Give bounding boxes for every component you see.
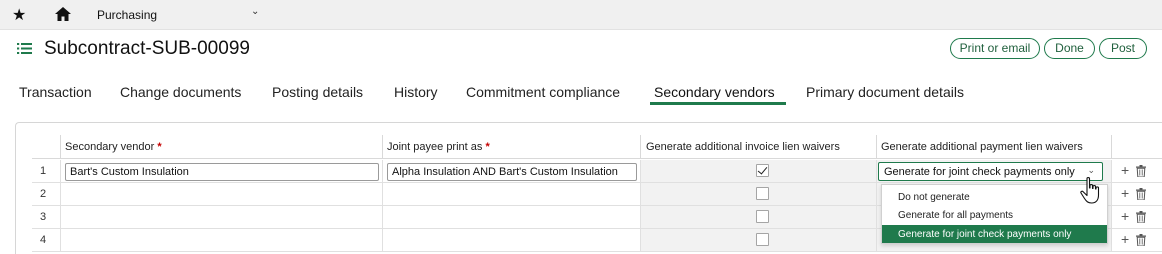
secondary-vendor-cell[interactable] [61,206,383,229]
add-row-button[interactable]: + [1121,162,1129,178]
row-actions-cell: + [1112,160,1162,183]
required-marker: * [157,141,162,153]
header-label: Joint payee print as [387,141,483,153]
header-secondary-vendor: Secondary vendor * [61,135,383,159]
joint-payee-cell[interactable] [383,206,641,229]
payment-waivers-dropdown: Do not generate Generate for all payment… [881,184,1108,244]
tab-transaction[interactable]: Transaction [19,84,92,100]
invoice-waivers-checkbox[interactable] [756,233,769,246]
tab-bar: Transaction Change documents Posting det… [0,80,1162,106]
dropdown-option-all-payments[interactable]: Generate for all payments [882,206,1107,224]
invoice-waivers-cell [641,229,877,252]
select-value: Generate for joint check payments only [884,166,1075,178]
header-joint-payee: Joint payee print as * [383,135,641,159]
header-label: Generate additional payment lien waivers [881,141,1083,153]
home-icon[interactable] [54,6,72,22]
tab-posting-details[interactable]: Posting details [272,84,363,100]
header-row-number [32,135,61,159]
header-label: Generate additional invoice lien waivers [646,141,840,153]
secondary-vendor-cell[interactable] [61,183,383,206]
trash-icon[interactable] [1136,165,1146,177]
post-button[interactable]: Post [1099,38,1147,59]
joint-payee-input[interactable]: Alpha Insulation AND Bart's Custom Insul… [387,163,637,181]
secondary-vendor-input[interactable]: Bart's Custom Insulation [65,163,379,181]
joint-payee-cell: Alpha Insulation AND Bart's Custom Insul… [383,160,641,183]
module-selector-label[interactable]: Purchasing [97,8,157,22]
page-header: Subcontract-SUB-00099 Print or email Don… [0,30,1162,68]
row-number: 4 [32,229,61,252]
add-row-button[interactable]: + [1121,231,1129,247]
row-number: 2 [32,183,61,206]
header-payment-waivers: Generate additional payment lien waivers [877,135,1112,159]
invoice-waivers-cell [641,206,877,229]
add-row-button[interactable]: + [1121,208,1129,224]
tab-change-documents[interactable]: Change documents [120,84,241,100]
row-actions-cell: + [1112,229,1162,252]
active-tab-indicator [650,102,786,105]
row-actions-cell: + [1112,183,1162,206]
hand-cursor-icon [1080,176,1100,204]
row-number: 3 [32,206,61,229]
print-or-email-button[interactable]: Print or email [950,38,1040,59]
invoice-waivers-checkbox[interactable] [756,210,769,223]
done-button[interactable]: Done [1044,38,1095,59]
tab-secondary-vendors[interactable]: Secondary vendors [654,84,775,100]
chevron-down-icon[interactable]: ⌄ [1087,165,1095,176]
chevron-down-icon[interactable]: ⌄ [251,6,259,17]
list-menu-icon[interactable] [17,42,32,55]
header-label: Secondary vendor [65,141,155,153]
star-icon[interactable]: ★ [12,5,26,25]
trash-icon[interactable] [1136,188,1146,200]
joint-payee-cell[interactable] [383,229,641,252]
row-actions-cell: + [1112,206,1162,229]
secondary-vendor-cell[interactable] [61,229,383,252]
row-number: 1 [32,160,61,183]
dropdown-option-do-not-generate[interactable]: Do not generate [882,188,1107,206]
payment-waivers-cell: Generate for joint check payments only ⌄ [877,160,1112,183]
page-title: Subcontract-SUB-00099 [44,38,250,59]
add-row-button[interactable]: + [1121,185,1129,201]
invoice-waivers-cell [641,183,877,206]
trash-icon[interactable] [1136,234,1146,246]
required-marker: * [485,141,490,153]
tab-commitment-compliance[interactable]: Commitment compliance [466,84,620,100]
top-nav-bar: ★ Purchasing ⌄ [0,0,1162,30]
tab-history[interactable]: History [394,84,438,100]
secondary-vendor-cell: Bart's Custom Insulation [61,160,383,183]
table-row: 1 Bart's Custom Insulation Alpha Insulat… [32,160,1162,183]
joint-payee-cell[interactable] [383,183,641,206]
header-actions [1112,135,1162,159]
tab-primary-document-details[interactable]: Primary document details [806,84,964,100]
invoice-waivers-cell [641,160,877,183]
header-invoice-waivers: Generate additional invoice lien waivers [641,135,877,159]
invoice-waivers-checkbox[interactable] [756,164,769,177]
trash-icon[interactable] [1136,211,1146,223]
dropdown-option-joint-check-only[interactable]: Generate for joint check payments only [882,225,1107,243]
payment-waivers-select[interactable]: Generate for joint check payments only ⌄ [878,162,1103,181]
invoice-waivers-checkbox[interactable] [756,187,769,200]
